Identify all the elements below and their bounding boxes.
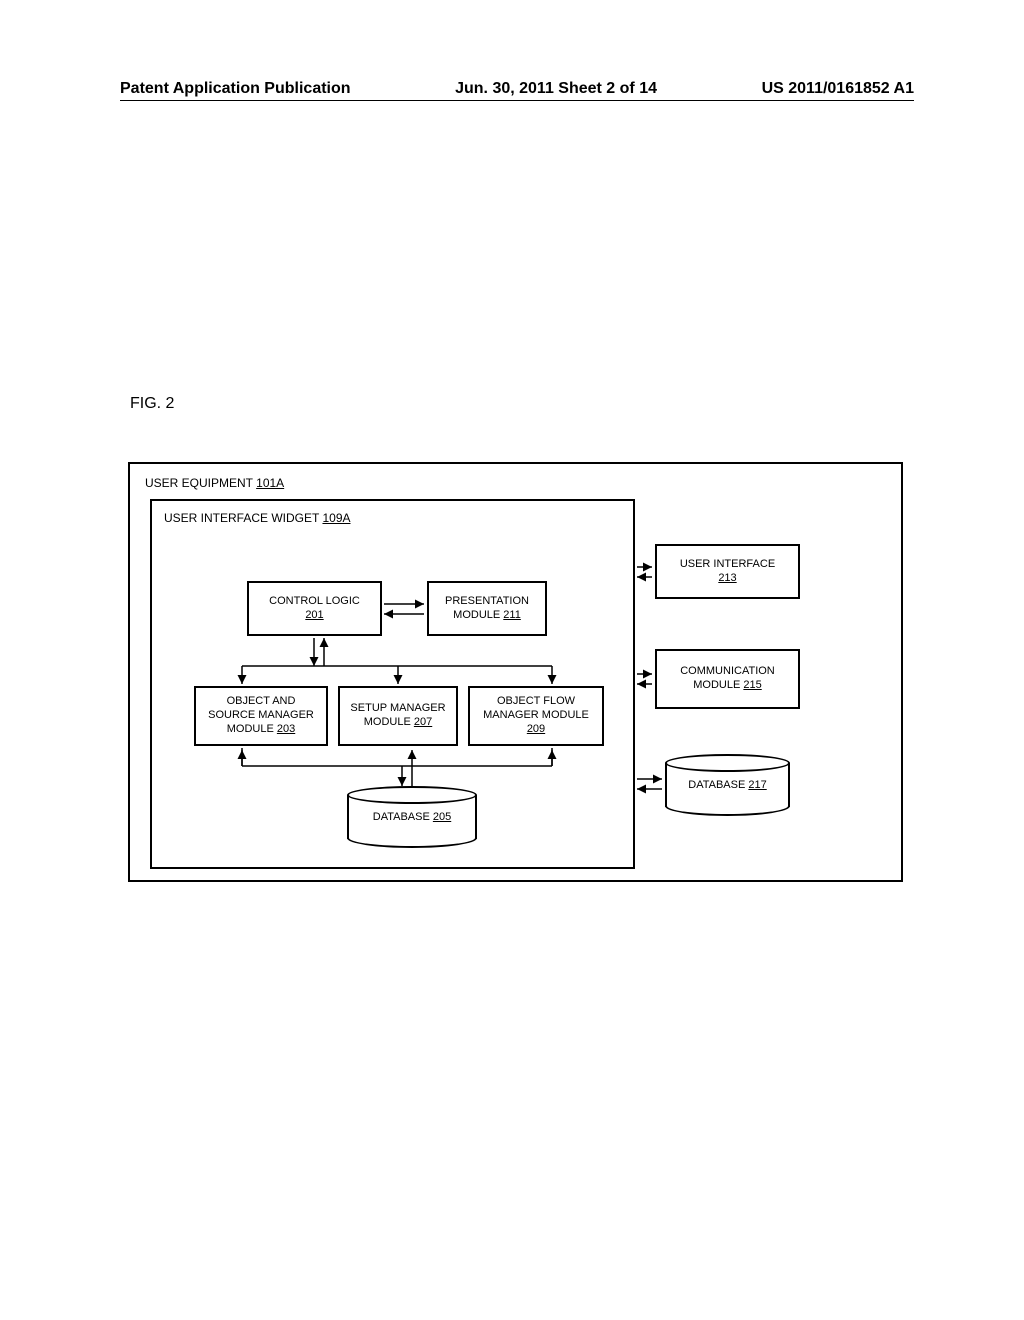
setup-manager-module: SETUP MANAGER MODULE 207: [338, 686, 458, 746]
user-equipment-box: USER EQUIPMENT 101A USER INTERFACE WIDGE…: [128, 462, 903, 882]
object-flow-manager-module: OBJECT FLOW MANAGER MODULE 209: [468, 686, 604, 746]
obj-label1: OBJECT AND: [227, 695, 296, 709]
object-source-manager-module: OBJECT AND SOURCE MANAGER MODULE 203: [194, 686, 328, 746]
ui-widget-ref: 109A: [322, 511, 350, 525]
cylinder-bottom-icon: [665, 806, 790, 816]
cylinder-top-icon: [665, 754, 790, 772]
flow-label2: MANAGER MODULE: [483, 709, 589, 723]
cylinder-bottom-icon: [347, 838, 477, 848]
presentation-module: PRESENTATION MODULE 211: [427, 581, 547, 636]
user-equipment-ref: 101A: [256, 476, 284, 490]
header-right: US 2011/0161852 A1: [762, 80, 914, 98]
ui-widget-label: USER INTERFACE WIDGET 109A: [164, 511, 351, 525]
setup-label1: SETUP MANAGER: [350, 702, 445, 716]
control-logic-label: CONTROL LOGIC: [269, 595, 360, 609]
control-logic-ref: 201: [305, 609, 323, 623]
user-interface-module: USER INTERFACE 213: [655, 544, 800, 599]
presentation-label1: PRESENTATION: [445, 595, 529, 609]
ui-label: USER INTERFACE: [680, 558, 775, 572]
figure-label: FIG. 2: [130, 395, 174, 413]
ui-widget-title: USER INTERFACE WIDGET: [164, 511, 322, 525]
page-header: Patent Application Publication Jun. 30, …: [120, 80, 914, 101]
db217-label: DATABASE 217: [688, 779, 766, 791]
user-equipment-title: USER EQUIPMENT: [145, 476, 256, 490]
user-equipment-label: USER EQUIPMENT 101A: [145, 476, 284, 490]
communication-module: COMMUNICATION MODULE 215: [655, 649, 800, 709]
db205-label: DATABASE 205: [373, 811, 451, 823]
flow-ref: 209: [527, 723, 545, 737]
cylinder-top-icon: [347, 786, 477, 804]
obj-label3: MODULE 203: [227, 723, 295, 737]
comm-label1: COMMUNICATION: [680, 665, 775, 679]
ui-widget-box: USER INTERFACE WIDGET 109A CONTROL LOGIC…: [150, 499, 635, 869]
setup-label2: MODULE 207: [364, 716, 432, 730]
database-205: DATABASE 205: [347, 786, 477, 848]
header-left: Patent Application Publication: [120, 80, 351, 98]
header-center: Jun. 30, 2011 Sheet 2 of 14: [455, 80, 657, 98]
presentation-label2: MODULE 211: [453, 609, 521, 623]
obj-label2: SOURCE MANAGER: [208, 709, 314, 723]
flow-label1: OBJECT FLOW: [497, 695, 575, 709]
ui-ref: 213: [718, 572, 736, 586]
comm-label2: MODULE 215: [693, 679, 761, 693]
database-217: DATABASE 217: [665, 754, 790, 816]
control-logic-module: CONTROL LOGIC 201: [247, 581, 382, 636]
